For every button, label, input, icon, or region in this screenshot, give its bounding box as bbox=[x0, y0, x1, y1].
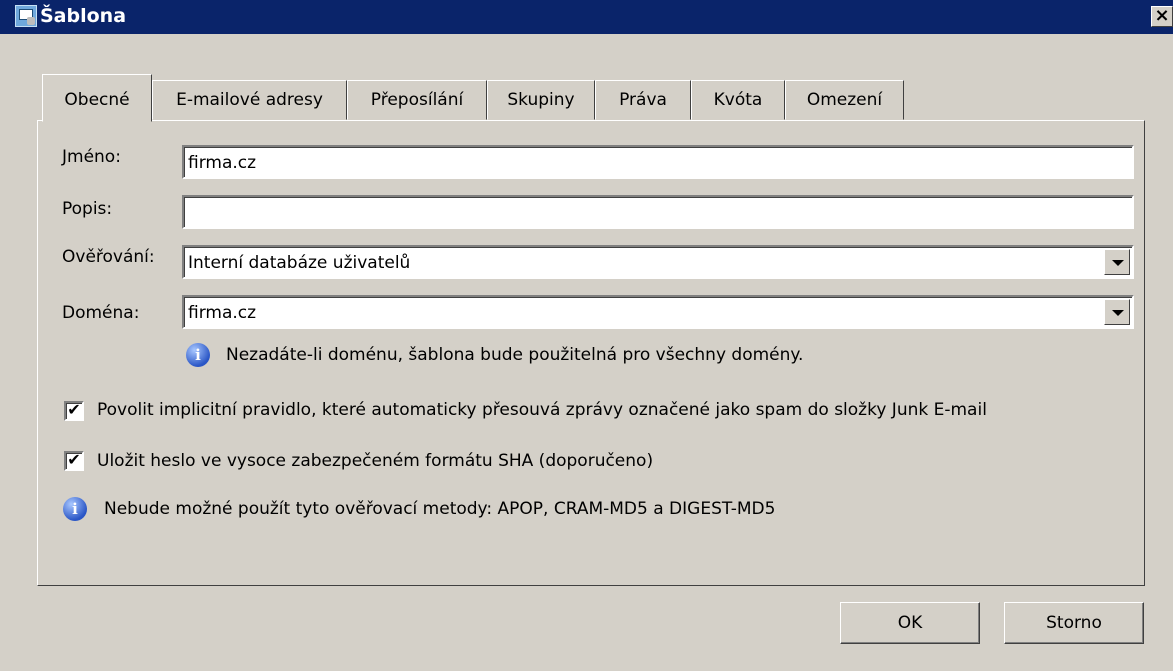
domain-info-text: Nezadáte-li doménu, šablona bude použite… bbox=[226, 345, 804, 365]
spam-rule-checkbox[interactable]: ✔ bbox=[64, 401, 84, 421]
dropdown-arrow-icon[interactable] bbox=[1104, 249, 1130, 275]
spam-rule-label[interactable]: Povolit implicitní pravidlo, které autom… bbox=[97, 400, 987, 420]
dropdown-arrow-icon[interactable] bbox=[1104, 299, 1130, 325]
auth-select-value: Interní databáze uživatelů bbox=[188, 253, 411, 273]
tab-kvota[interactable]: Kvóta bbox=[691, 80, 785, 120]
domain-label: Doména: bbox=[62, 303, 140, 323]
tab-skupiny[interactable]: Skupiny bbox=[487, 80, 595, 120]
name-input[interactable]: firma.cz bbox=[182, 145, 1134, 179]
close-icon: × bbox=[1154, 5, 1170, 26]
auth-select[interactable]: Interní databáze uživatelů bbox=[182, 245, 1134, 279]
auth-methods-info-text: Nebude možné použít tyto ověřovací metod… bbox=[104, 499, 776, 519]
info-icon: i bbox=[186, 343, 210, 367]
checkbox-check-icon: ✔ bbox=[67, 400, 81, 419]
close-button[interactable]: × bbox=[1151, 6, 1173, 27]
window-title: Šablona bbox=[40, 5, 127, 27]
name-label: Jméno: bbox=[62, 147, 121, 167]
description-label: Popis: bbox=[62, 199, 113, 219]
auth-label: Ověřování: bbox=[62, 247, 155, 267]
domain-select-value: firma.cz bbox=[188, 303, 257, 323]
info-icon: i bbox=[63, 497, 87, 521]
sha-checkbox[interactable]: ✔ bbox=[64, 451, 84, 471]
tab-emailove-adresy[interactable]: E-mailové adresy bbox=[152, 80, 347, 120]
app-icon bbox=[15, 5, 37, 27]
ok-button[interactable]: OK bbox=[840, 602, 980, 644]
tab-omezeni[interactable]: Omezení bbox=[785, 80, 904, 120]
tab-preposilani[interactable]: Přeposílání bbox=[347, 80, 487, 120]
cancel-button[interactable]: Storno bbox=[1004, 602, 1144, 644]
checkbox-check-icon: ✔ bbox=[67, 450, 81, 469]
sha-label[interactable]: Uložit heslo ve vysoce zabezpečeném form… bbox=[97, 451, 653, 471]
tab-obecne[interactable]: Obecné bbox=[42, 74, 152, 122]
domain-select[interactable]: firma.cz bbox=[182, 295, 1134, 329]
general-tab-panel: Jméno: firma.cz Popis: Ověřování: Intern… bbox=[37, 120, 1145, 586]
tab-prava[interactable]: Práva bbox=[595, 80, 691, 120]
description-input[interactable] bbox=[182, 195, 1134, 229]
title-bar: Šablona × bbox=[0, 0, 1173, 34]
